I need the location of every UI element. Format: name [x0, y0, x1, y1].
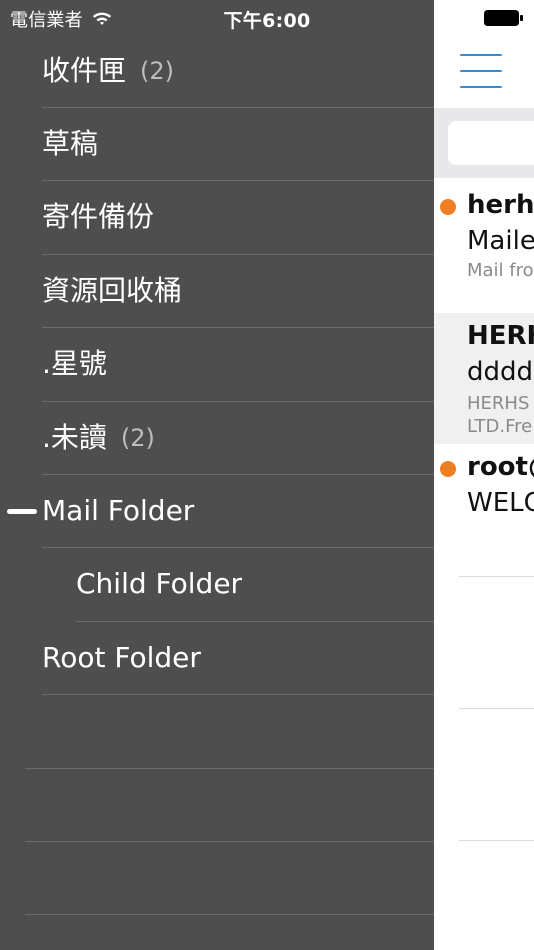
folder-item-label: .星號 [42, 346, 107, 380]
list-divider [459, 840, 534, 841]
folder-item-label: 資源回收桶 [42, 273, 183, 307]
empty-row-divider [25, 914, 434, 915]
status-bar-left: 電信業者 [10, 6, 113, 32]
folder-item-starred[interactable]: .星號 [42, 327, 434, 400]
folder-item-label: .未讀 [42, 420, 107, 454]
email-sender: root@ [467, 452, 534, 482]
folder-item-label: 草稿 [42, 126, 99, 160]
folder-item-trash[interactable]: 資源回收桶 [42, 254, 434, 327]
folder-item-label: Child Folder [76, 566, 243, 600]
folder-item-unread[interactable]: .未讀 (2) [42, 401, 434, 474]
folder-item-label: 寄件備份 [42, 199, 155, 233]
email-list-item[interactable]: herhs Maile Mail fro [434, 180, 534, 313]
email-subject: dddd [467, 357, 534, 387]
email-preview: LTD.Fre [467, 416, 533, 437]
folder-item-inbox[interactable]: 收件匣 (2) [42, 34, 434, 107]
folder-drawer: 電信業者 收件匣 (2) 草稿 寄件備份 資源回收桶 .星號 .未讀 (2) M… [0, 0, 434, 950]
folder-item-label: Root Folder [42, 640, 201, 674]
email-sender: herhs [467, 190, 534, 220]
email-list-item-selected[interactable]: HERH dddd HERHS LTD.Fre [434, 313, 534, 444]
folder-item-sent[interactable]: 寄件備份 [42, 180, 434, 253]
email-preview: HERHS [467, 393, 530, 414]
email-subject: WELC [467, 488, 534, 518]
folder-unread-count: (2) [140, 56, 175, 85]
email-list-item[interactable]: root@ WELC [434, 444, 534, 576]
active-folder-indicator [7, 509, 37, 514]
folder-item-child-folder[interactable]: Child Folder [76, 547, 434, 620]
empty-row-divider [25, 768, 434, 769]
carrier-label: 電信業者 [10, 10, 83, 31]
menu-icon-bar [460, 86, 502, 88]
search-input[interactable] [448, 121, 534, 165]
folder-item-root-folder[interactable]: Root Folder [42, 621, 434, 694]
menu-icon[interactable] [460, 54, 502, 88]
email-sender: HERH [467, 321, 534, 351]
folder-item-drafts[interactable]: 草稿 [42, 107, 434, 180]
folder-item-label: 收件匣 [42, 53, 127, 87]
menu-icon-bar [460, 70, 502, 72]
mail-list-panel: herhs Maile Mail fro HERH dddd HERHS LTD… [434, 0, 534, 950]
unread-dot-icon [440, 461, 456, 477]
email-preview: Mail fro [467, 260, 534, 281]
menu-icon-bar [460, 54, 502, 56]
folder-item-label: Mail Folder [42, 493, 195, 527]
search-bar [434, 108, 534, 178]
email-subject: Maile [467, 226, 534, 256]
empty-row-divider [25, 841, 434, 842]
battery-icon [484, 10, 523, 26]
list-divider [459, 708, 534, 709]
list-divider [459, 576, 534, 577]
folder-unread-count: (2) [120, 423, 155, 452]
unread-dot-icon [440, 199, 456, 215]
folder-divider [42, 694, 434, 695]
wifi-icon [92, 12, 111, 25]
folder-item-mail-folder[interactable]: Mail Folder [42, 474, 434, 547]
app-root: 電信業者 收件匣 (2) 草稿 寄件備份 資源回收桶 .星號 .未讀 (2) M… [0, 0, 534, 950]
